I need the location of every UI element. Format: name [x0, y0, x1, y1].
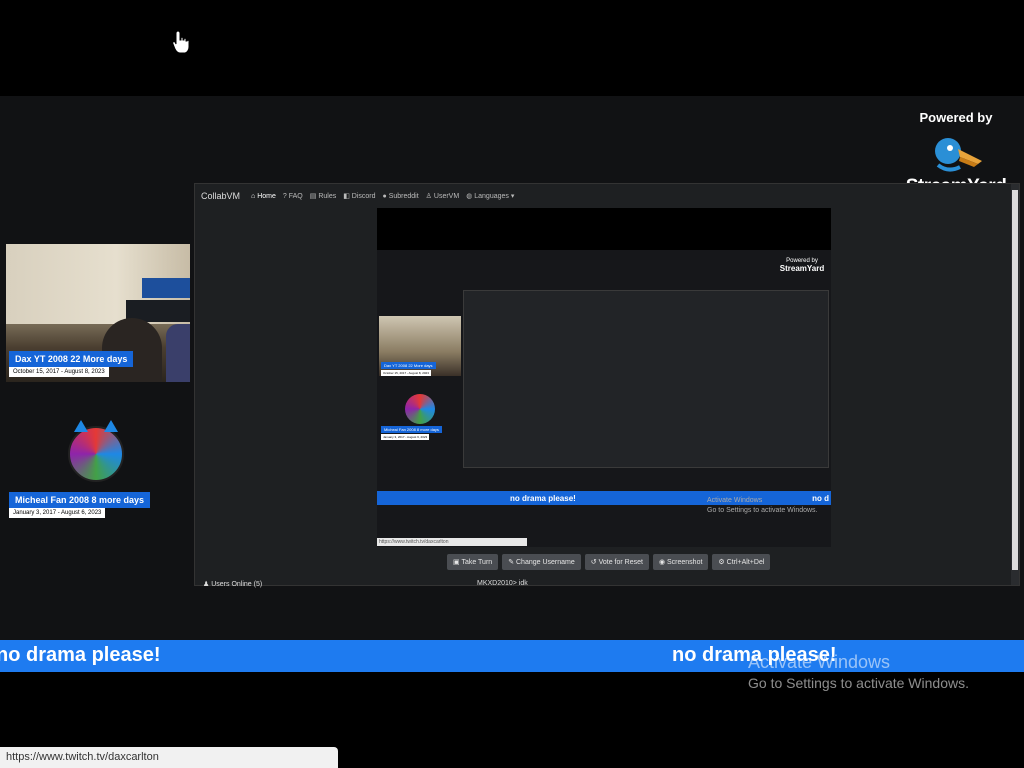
inner-streamyard-branding: Powered by StreamYard [779, 258, 825, 273]
participant-2-name: Micheal Fan 2008 8 more days [9, 492, 151, 508]
inner-participant-avatar [405, 394, 435, 424]
inner-activate-windows: Activate Windows Go to Settings to activ… [707, 497, 818, 514]
activate-windows-subtitle: Go to Settings to activate Windows. [748, 675, 969, 691]
page-scrollbar[interactable] [1011, 184, 1019, 585]
screenshot-button[interactable]: ◉ Screenshot [652, 554, 709, 570]
activate-windows-watermark: Activate Windows Go to Settings to activ… [748, 652, 969, 691]
chat-message: MKXD2010> idk [477, 580, 528, 587]
shared-screen: CollabVM ⌂ Home ? FAQ ▤ Rules ◧ Discord … [194, 183, 1020, 588]
nav-languages[interactable]: ◍ Languages ▾ [466, 192, 514, 200]
browser-status-url: https://www.twitch.tv/daxcarlton [0, 747, 338, 768]
nav-faq[interactable]: ? FAQ [283, 193, 303, 200]
change-username-button[interactable]: ✎ Change Username [502, 554, 581, 570]
activate-windows-title: Activate Windows [748, 652, 891, 672]
ticker-message-left: no drama please! [0, 644, 161, 666]
take-turn-button[interactable]: ▣ Take Turn [447, 554, 499, 570]
nav-discord[interactable]: ◧ Discord [343, 192, 375, 200]
nav-subreddit[interactable]: ● Subreddit [383, 193, 419, 200]
streamyard-duck-logo-icon [935, 138, 982, 172]
vote-reset-button[interactable]: ↺ Vote for Reset [584, 554, 649, 570]
users-online-header[interactable]: ♟ Users Online (5) [203, 580, 262, 588]
participant-2-avatar [68, 420, 124, 482]
scrollbar-thumb[interactable] [1012, 190, 1018, 570]
participant-2-dates: January 3, 2017 - August 6, 2023 [9, 508, 106, 518]
vm-toolbar: ▣ Take Turn ✎ Change Username ↺ Vote for… [447, 554, 771, 570]
powered-by-text: Powered by [919, 110, 993, 125]
top-letterbox [0, 0, 1024, 96]
collabvm-brand[interactable]: CollabVM [201, 191, 240, 201]
nav-home[interactable]: ⌂ Home [251, 193, 276, 200]
nav-rules[interactable]: ▤ Rules [310, 192, 336, 200]
inner-shared-screen [463, 290, 829, 468]
participant-1-dates: October 15, 2017 - August 8, 2023 [9, 367, 109, 377]
hand-cursor-icon [172, 30, 190, 54]
inner-status-url: https://www.twitch.tv/daxcarlton [377, 538, 527, 546]
ctrl-alt-del-button[interactable]: ⚙ Ctrl+Alt+Del [712, 554, 771, 570]
vm-display[interactable]: Powered by StreamYard Dax YT 2008 22 Mor… [377, 208, 831, 547]
collabvm-navbar: CollabVM ⌂ Home ? FAQ ▤ Rules ◧ Discord … [195, 184, 1019, 208]
participant-1-name: Dax YT 2008 22 More days [9, 351, 134, 367]
nav-uservm[interactable]: ♙ UserVM [426, 192, 460, 200]
